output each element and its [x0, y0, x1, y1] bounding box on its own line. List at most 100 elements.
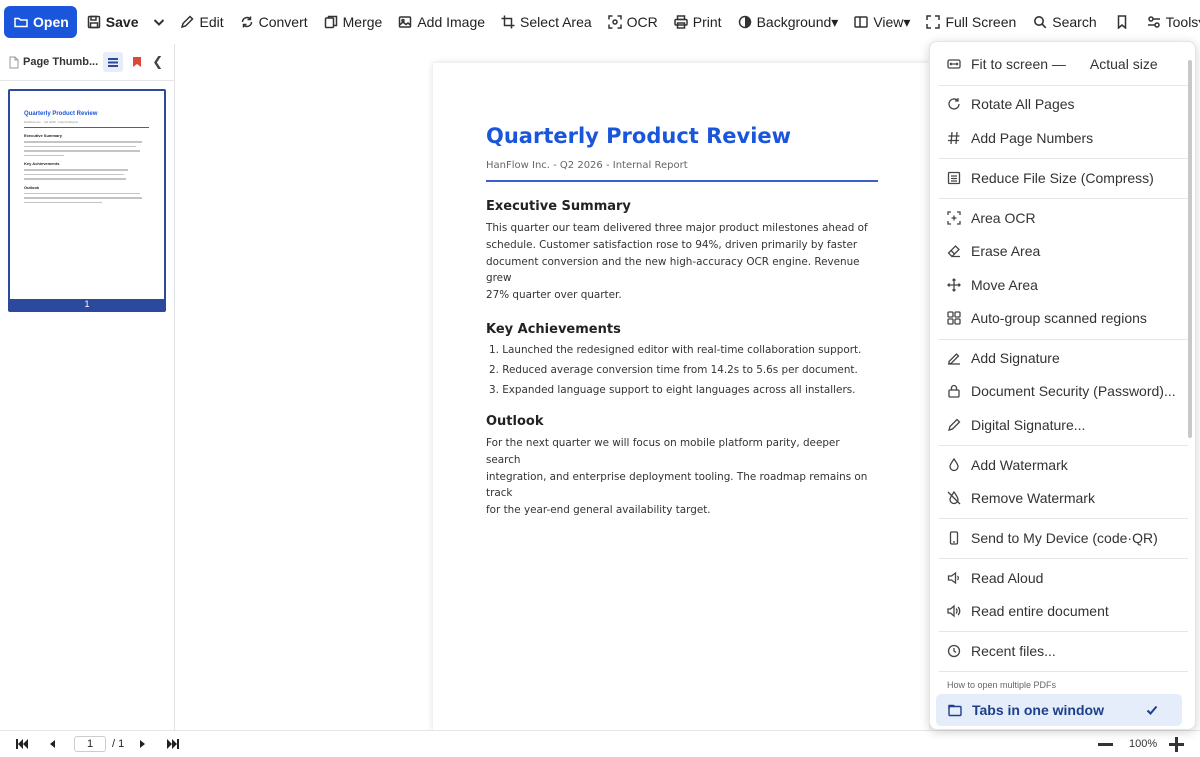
- merge-label: Merge: [342, 14, 383, 30]
- menu-separator: [939, 445, 1188, 446]
- menu-item-auto-group[interactable]: Auto-group scanned regions: [947, 308, 1147, 328]
- edit-button[interactable]: Edit: [172, 6, 231, 38]
- paragraph-line: for the year-end general availability ta…: [486, 504, 711, 517]
- menu-item-read-aloud[interactable]: Read Aloud: [947, 568, 1043, 588]
- thumbnail-heading: Outlook: [24, 184, 40, 190]
- menu-item-digital-signature[interactable]: Digital Signature...: [947, 415, 1085, 435]
- tools-menu-button[interactable]: Tools▾: [1138, 6, 1200, 38]
- save-button[interactable]: Save: [79, 6, 147, 38]
- scan-icon: [607, 15, 622, 29]
- actual-size-option[interactable]: Actual size: [1090, 56, 1158, 72]
- pencil-icon: [181, 15, 195, 29]
- droplet-icon: [949, 458, 959, 472]
- image-icon: [399, 16, 412, 28]
- tools-icon: [1147, 16, 1160, 28]
- menu-separator: [939, 198, 1188, 199]
- zoom-in-button[interactable]: [1169, 737, 1184, 752]
- thumbnail-view-tab[interactable]: [103, 52, 124, 72]
- full-screen-button[interactable]: Full Screen: [918, 6, 1024, 38]
- menu-item-recent-files[interactable]: Recent files...: [947, 641, 1056, 661]
- document-page: Quarterly Product Review HanFlow Inc. - …: [433, 63, 929, 731]
- menu-item-send-to-device[interactable]: Send to My Device (code·QR): [947, 528, 1158, 548]
- menu-item-remove-watermark[interactable]: Remove Watermark: [947, 488, 1095, 508]
- ocr-button[interactable]: OCR: [600, 6, 666, 38]
- zoom-out-button[interactable]: [1098, 743, 1113, 746]
- merge-icon: [324, 15, 337, 29]
- menu-item-document-security[interactable]: Document Security (Password)...: [947, 381, 1176, 401]
- first-page-icon[interactable]: [16, 739, 28, 749]
- add-watermark-label: Add Watermark: [971, 457, 1068, 473]
- contrast-icon: [738, 15, 751, 29]
- view-menu-button[interactable]: View▾: [846, 6, 918, 38]
- checkmark-icon: [1146, 705, 1158, 715]
- multiple-pdfs-section-label: How to open multiple PDFs: [947, 680, 1057, 690]
- previous-page-icon[interactable]: [49, 739, 57, 749]
- menu-item-rotate-all[interactable]: Rotate All Pages: [947, 94, 1075, 114]
- thumbnail-text-line: [24, 150, 140, 152]
- read-entire-document-label: Read entire document: [971, 603, 1109, 619]
- bookmark-tab-icon[interactable]: [131, 56, 143, 68]
- auto-group-label: Auto-group scanned regions: [971, 310, 1147, 326]
- select-area-label: Select Area: [520, 14, 592, 30]
- merge-button[interactable]: Merge: [316, 6, 391, 38]
- thumbnail-heading: Executive Summary: [24, 133, 63, 138]
- menu-item-move-area[interactable]: Move Area: [947, 275, 1038, 295]
- bookmark-icon: [1117, 15, 1126, 29]
- thumbnail-text-line: [24, 173, 124, 175]
- fit-width-icon: [947, 59, 961, 69]
- group-icon: [947, 311, 961, 325]
- menu-item-read-entire-document[interactable]: Read entire document: [947, 601, 1109, 621]
- menu-item-add-page-numbers[interactable]: Add Page Numbers: [947, 128, 1093, 148]
- menu-separator: [939, 85, 1188, 86]
- tabs-in-one-window-label: Tabs in one window: [972, 702, 1104, 718]
- read-aloud-label: Read Aloud: [971, 570, 1044, 586]
- section-heading-outlook: Outlook: [486, 413, 544, 429]
- menu-item-area-ocr[interactable]: Area OCR: [947, 208, 1036, 228]
- document-title: Quarterly Product Review: [486, 124, 792, 148]
- paragraph-line: schedule. Customer satisfaction rose to …: [486, 238, 858, 251]
- thumbnail-rule: [24, 127, 149, 128]
- page-thumbnail[interactable]: Quarterly Product Review HanFlow Inc. - …: [8, 89, 166, 312]
- collapse-sidebar-button[interactable]: ❮: [152, 54, 163, 70]
- paragraph-line: integration, and enterprise deployment t…: [486, 470, 868, 500]
- search-button[interactable]: Search: [1024, 6, 1105, 38]
- menu-item-tabs-in-one-window[interactable]: Tabs in one window: [936, 694, 1182, 726]
- add-image-button[interactable]: Add Image: [390, 6, 493, 38]
- sidebar-header: Page Thumb... ❮: [0, 44, 174, 81]
- print-button[interactable]: Print: [666, 6, 730, 38]
- sidebar-title: Page Thumb...: [23, 56, 99, 68]
- summary-paragraph: This quarter our team delivered three ma…: [486, 220, 876, 304]
- ocr-label: OCR: [626, 14, 658, 30]
- thumbnail-title: Quarterly Product Review: [24, 111, 98, 117]
- menu-separator: [939, 339, 1188, 340]
- next-page-icon[interactable]: [138, 739, 146, 749]
- print-label: Print: [692, 14, 722, 30]
- save-options-button[interactable]: [146, 6, 172, 38]
- menu-scrollbar[interactable]: [1188, 60, 1192, 438]
- rotate-all-label: Rotate All Pages: [971, 96, 1075, 112]
- menu-item-add-watermark[interactable]: Add Watermark: [947, 455, 1068, 475]
- view-label: View▾: [873, 13, 911, 30]
- grid-icon: [108, 57, 119, 67]
- menu-item-fit-to-screen[interactable]: Fit to screen — Actual size: [947, 54, 1158, 74]
- eraser-icon: [947, 245, 960, 258]
- page-number-input[interactable]: 1: [74, 736, 106, 752]
- open-button[interactable]: Open: [4, 6, 77, 38]
- convert-button[interactable]: Convert: [232, 6, 316, 38]
- phone-icon: [949, 531, 959, 545]
- rotate-icon: [948, 98, 960, 110]
- menu-item-add-signature[interactable]: Add Signature: [947, 348, 1060, 368]
- menu-item-reduce-file-size[interactable]: Reduce File Size (Compress): [947, 168, 1154, 188]
- title-rule: [486, 180, 878, 182]
- select-area-button[interactable]: Select Area: [493, 6, 600, 38]
- save-icon: [87, 15, 101, 29]
- background-menu-button[interactable]: Background▾: [730, 6, 847, 38]
- thumbnail-page-number: 1: [10, 299, 164, 310]
- list-item: 2. Reduced average conversion time from …: [489, 363, 858, 376]
- tabs-icon: [948, 704, 962, 717]
- digital-signature-label: Digital Signature...: [971, 417, 1086, 433]
- menu-item-erase-area[interactable]: Erase Area: [947, 241, 1040, 261]
- last-page-icon[interactable]: [167, 739, 180, 749]
- bookmark-button[interactable]: [1106, 6, 1138, 38]
- speaker-icon: [947, 571, 959, 585]
